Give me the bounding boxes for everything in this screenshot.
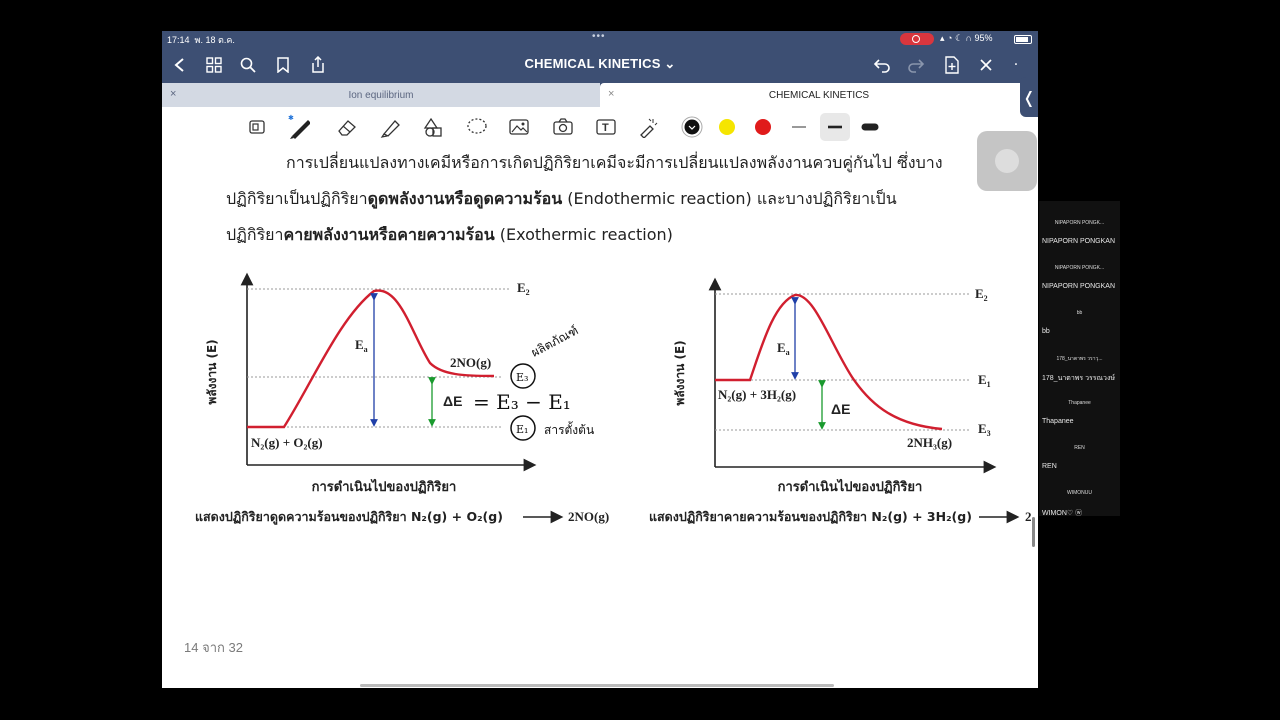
system-icons: ▴ ◔ ☾ ∩ 95% — [940, 33, 993, 43]
image-icon[interactable] — [508, 116, 530, 138]
participant-tile[interactable]: Thapanee Thapanee — [1039, 381, 1120, 426]
document-page[interactable]: การเปลี่ยนแปลงทางเคมีหรือการเกิดปฏิกิริย… — [162, 145, 1038, 688]
participant-initials: WIMONUU — [1067, 490, 1092, 496]
handwritten-annotations: E₃ E₁ = E₃ − E₁ ผลิตภัณฑ์ สารตั้งต้น — [473, 323, 594, 441]
redo-icon[interactable] — [904, 53, 928, 77]
shapes-icon[interactable] — [422, 116, 444, 138]
participant-tile[interactable]: bb bb — [1039, 291, 1120, 336]
status-bar: 17:14 พ. 18 ต.ค. ••• ▴ ◔ ☾ ∩ 95% — [162, 31, 1038, 47]
participant-initials: REN — [1074, 445, 1085, 451]
left-de-label: ΔE — [443, 393, 462, 409]
participant-initials: NIPAPORN PONGK... — [1054, 220, 1105, 226]
energy-diagrams: E2 Ea 2NO(g) N₂(g) + O₂(g) ΔE พลังงาน (E… — [195, 272, 1032, 525]
color-black-swatch[interactable] — [681, 116, 703, 138]
participant-tile[interactable]: 178_นาตาพร วราวุ... 178_นาตาพร วรรณวงษ์ — [1039, 336, 1120, 382]
close-icon[interactable] — [974, 53, 998, 77]
right-e1-label: E1 — [978, 372, 991, 389]
status-time: 17:14 พ. 18 ต.ค. — [167, 35, 235, 45]
svg-text:✱: ✱ — [288, 114, 294, 122]
participant-name: WIMON♡ ⓦ — [1042, 510, 1083, 517]
right-caption: แสดงปฏิกิริยาคายความร้อนของปฏิกิริยา N₂(… — [649, 509, 972, 525]
left-reactant-label: N₂(g) + O₂(g) — [251, 435, 323, 450]
exothermic-diagram: E2 E1 E3 Ea N₂(g) + 3H₂(g) 2NH₃(g) ΔE พล… — [649, 277, 1032, 525]
tab-ion-equilibrium[interactable]: × Ion equilibrium — [162, 83, 600, 107]
left-ea-label: Ea — [355, 337, 368, 354]
hand-equation: = E₃ − E₁ — [473, 390, 571, 414]
assistive-touch-button[interactable] — [977, 131, 1037, 191]
undo-icon[interactable] — [870, 53, 894, 77]
participant-name: REN — [1042, 463, 1057, 470]
right-ea-label: Ea — [777, 340, 790, 357]
scrollbar[interactable] — [1032, 517, 1035, 547]
screen-record-indicator[interactable] — [900, 33, 934, 45]
color-red-swatch[interactable] — [752, 116, 774, 138]
drawing-toolbar: ✱ T — [162, 107, 1038, 146]
pen-icon[interactable]: ✱ — [288, 114, 310, 139]
hand-product-note: ผลิตภัณฑ์ — [529, 323, 581, 359]
eraser-icon[interactable] — [336, 116, 358, 138]
thick-stroke-icon[interactable] — [859, 116, 881, 138]
text-icon[interactable]: T — [595, 116, 617, 138]
tab-chemical-kinetics[interactable]: × CHEMICAL KINETICS — [600, 83, 1038, 107]
left-e2-label: E2 — [517, 280, 530, 297]
hand-e3-text: E₃ — [516, 371, 528, 384]
battery-icon — [1014, 35, 1032, 44]
participant-initials: bb — [1076, 310, 1083, 316]
right-energy-curve — [715, 293, 943, 431]
participant-initials: NIPAPORN PONGK... — [1054, 265, 1105, 271]
add-page-icon[interactable] — [940, 53, 964, 77]
right-e3-label: E3 — [978, 421, 991, 438]
left-x-label: การดำเนินไปของปฏิกิริยา — [312, 478, 457, 495]
right-e2-label: E2 — [975, 286, 988, 303]
participant-name: Thapanee — [1042, 418, 1074, 425]
nav-bar: CHEMICAL KINETICS ⌄ · — [162, 47, 1038, 83]
home-indicator[interactable] — [360, 684, 834, 687]
right-caption-product: 2 — [1025, 509, 1032, 524]
hand-e1-text: E₁ — [516, 423, 528, 436]
left-caption-product: 2NO(g) — [568, 509, 609, 524]
left-caption: แสดงปฏิกิริยาดูดความร้อนของปฏิกิริยา N₂(… — [195, 509, 503, 525]
participant-name: NIPAPORN PONGKAN — [1042, 283, 1115, 290]
tab-close-icon[interactable]: × — [170, 88, 176, 100]
tab-bar: × Ion equilibrium × CHEMICAL KINETICS — [162, 83, 1038, 107]
endothermic-diagram: E2 Ea 2NO(g) N₂(g) + O₂(g) ΔE พลังงาน (E… — [195, 272, 609, 525]
right-reactant-label: N₂(g) + 3H₂(g) — [718, 387, 796, 402]
participant-tile[interactable]: WIMONUU WIMON♡ ⓦ — [1039, 471, 1120, 517]
right-x-label: การดำเนินไปของปฏิกิริยา — [778, 478, 923, 495]
lasso-icon[interactable] — [466, 116, 488, 138]
right-product-label: 2NH₃(g) — [907, 435, 952, 450]
svg-text:T: T — [602, 122, 609, 134]
page-counter: 14 จาก 32 — [184, 640, 243, 655]
hand-reactant-note: สารตั้งต้น — [544, 421, 594, 437]
participant-name: NIPAPORN PONGKAN — [1042, 238, 1115, 245]
page-icon[interactable] — [246, 116, 268, 138]
side-panel-handle[interactable]: ❬ — [1020, 77, 1038, 117]
laser-pointer-icon[interactable] — [638, 116, 660, 138]
multitask-dots[interactable]: ••• — [592, 31, 606, 42]
medium-stroke-icon[interactable] — [820, 113, 850, 141]
participant-tile[interactable]: REN REN — [1039, 426, 1120, 471]
camera-icon[interactable] — [552, 116, 574, 138]
participant-initials: 178_นาตาพร วราวุ... — [1056, 356, 1103, 362]
thin-stroke-icon[interactable] — [788, 116, 810, 138]
more-icon[interactable]: · — [1004, 53, 1028, 77]
ipad-screen: 17:14 พ. 18 ต.ค. ••• ▴ ◔ ☾ ∩ 95% CHEMICA… — [162, 31, 1038, 688]
participant-tile[interactable]: NIPAPORN PONGK... NIPAPORN PONGKAN — [1039, 246, 1120, 291]
participant-tile[interactable]: NIPAPORN PONGK... NIPAPORN PONGKAN — [1039, 201, 1120, 246]
right-de-label: ΔE — [831, 401, 850, 417]
participants-panel: NIPAPORN PONGK... NIPAPORN PONGKAN NIPAP… — [1039, 201, 1120, 517]
left-y-label: พลังงาน (E) — [205, 339, 219, 404]
participant-initials: Thapanee — [1068, 400, 1091, 406]
right-y-label: พลังงาน (E) — [673, 340, 687, 405]
highlighter-icon[interactable] — [380, 116, 402, 138]
left-product-label: 2NO(g) — [450, 355, 491, 370]
participant-name: bb — [1042, 328, 1050, 335]
tab-close-icon[interactable]: × — [608, 88, 614, 100]
color-yellow-swatch[interactable] — [716, 116, 738, 138]
